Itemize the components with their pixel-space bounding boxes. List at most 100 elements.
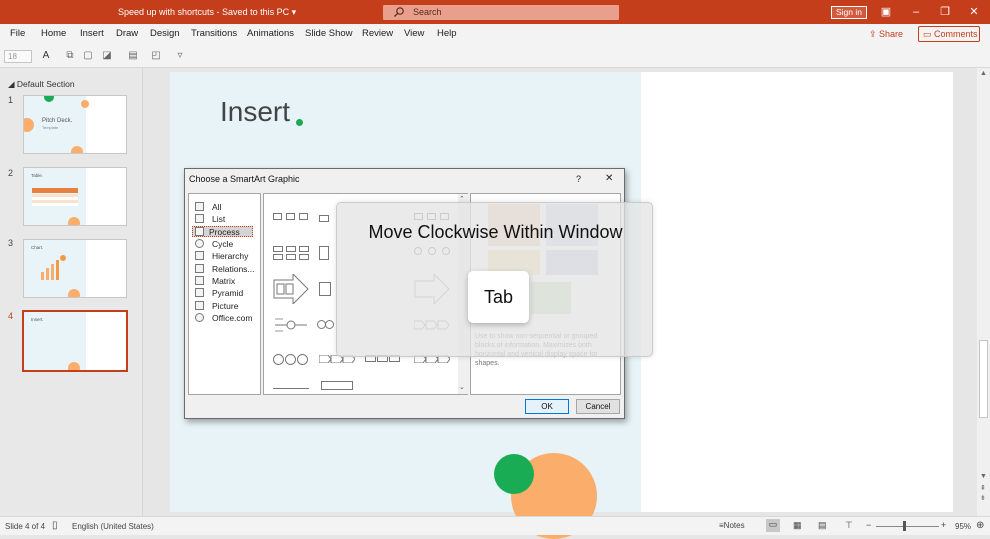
layout-shape <box>286 246 296 252</box>
zoom-slider[interactable] <box>876 526 939 527</box>
layout-alternating-flow[interactable] <box>273 246 309 260</box>
tab-view[interactable]: View <box>404 28 424 39</box>
fit-to-window-icon[interactable]: ⊕ <box>976 520 984 531</box>
ok-button[interactable]: OK <box>525 399 569 414</box>
slide-thumbnail-2[interactable]: Table. <box>23 167 127 226</box>
scroll-down-icon[interactable]: ⌄ <box>459 383 465 391</box>
comments-button[interactable]: ▭ Comments <box>918 26 980 42</box>
process-shape <box>275 318 307 332</box>
sign-in-button[interactable]: Sign in <box>831 6 867 19</box>
minimize-icon[interactable]: – <box>909 5 923 19</box>
layout-process-arrows[interactable] <box>273 272 309 306</box>
tab-help[interactable]: Help <box>437 28 457 39</box>
category-label: Office.com <box>212 313 253 323</box>
dialog-close-button[interactable]: ✕ <box>605 173 613 184</box>
layout-basic-process[interactable] <box>273 213 309 220</box>
timeline-line <box>273 388 309 389</box>
thumb-dot <box>71 146 83 153</box>
spelling-icon[interactable]: ▯ <box>52 520 58 531</box>
category-process[interactable]: Process <box>192 226 253 237</box>
tab-insert[interactable]: Insert <box>80 28 104 39</box>
category-hierarchy[interactable]: Hierarchy <box>195 251 255 262</box>
matrix-icon <box>195 276 204 285</box>
cycle-icon <box>195 239 204 248</box>
category-cycle[interactable]: Cycle <box>195 239 255 250</box>
ribbon-display-options-icon[interactable]: ▣ <box>879 5 893 19</box>
tab-transitions[interactable]: Transitions <box>191 28 237 39</box>
customize-quick-access-icon[interactable]: ▿ <box>174 50 186 62</box>
zoom-in-icon[interactable]: + <box>941 520 946 530</box>
tab-file[interactable]: File <box>10 28 25 39</box>
category-picture[interactable]: Picture <box>195 301 255 312</box>
section-header[interactable]: ◢ Default Section <box>8 79 75 90</box>
previous-slide-icon[interactable]: ⇞ <box>980 484 986 492</box>
shapes-icon[interactable]: ◰ <box>150 50 162 62</box>
restore-icon[interactable]: ❐ <box>938 5 952 19</box>
tab-draw[interactable]: Draw <box>116 28 138 39</box>
slide-thumbnail-4[interactable]: Insert. <box>22 310 128 372</box>
font-color-icon[interactable]: A <box>40 50 52 62</box>
scroll-thumb[interactable] <box>979 340 988 418</box>
category-list: All List Process Cycle Hierarchy Relatio… <box>188 193 261 395</box>
tab-design[interactable]: Design <box>150 28 180 39</box>
layout-timeline[interactable] <box>273 386 309 392</box>
category-office-com[interactable]: Office.com <box>195 313 255 324</box>
category-list-item[interactable]: List <box>195 214 255 225</box>
document-title[interactable]: Speed up with shortcuts - Saved to this … <box>118 7 296 18</box>
category-matrix[interactable]: Matrix <box>195 276 255 287</box>
notes-label: Notes <box>723 521 745 530</box>
category-relationship[interactable]: Relations... <box>195 264 255 275</box>
layout-shape <box>299 254 309 260</box>
zoom-level[interactable]: 95% <box>955 522 971 531</box>
shape-fill-icon[interactable]: ▢ <box>82 50 94 62</box>
layout-detailed-process[interactable] <box>273 316 309 334</box>
category-label: Matrix <box>212 276 236 286</box>
list-icon <box>195 214 204 223</box>
scroll-down-icon[interactable]: ▼ <box>980 473 987 480</box>
share-icon: ⇪ <box>869 29 880 39</box>
tab-slide-show[interactable]: Slide Show <box>305 28 353 39</box>
category-pyramid[interactable]: Pyramid <box>195 288 255 299</box>
thumb-dot <box>68 289 80 297</box>
category-label: All <box>212 202 222 212</box>
format-painter-icon[interactable]: ⧉ <box>64 50 76 62</box>
next-slide-icon[interactable]: ⇟ <box>980 494 986 502</box>
slide-number: 2 <box>8 168 14 178</box>
search-box[interactable]: Search <box>383 5 619 20</box>
arrange-icon[interactable]: ▤ <box>127 50 139 62</box>
help-button[interactable]: ? <box>576 174 581 184</box>
slide-thumbnail-3[interactable]: Chart. <box>23 239 127 298</box>
notes-button[interactable]: ≡Notes <box>719 521 745 530</box>
thumb-dot <box>68 362 80 370</box>
category-label: Relations... <box>212 264 255 274</box>
normal-view-icon[interactable]: ▭ <box>766 519 780 532</box>
vertical-scrollbar[interactable]: ▲ ▼ ⇞ ⇟ <box>977 68 990 516</box>
slide-title[interactable]: Insert <box>220 96 290 128</box>
category-all[interactable]: All <box>195 202 255 213</box>
thumb-bar <box>46 268 49 280</box>
zoom-out-icon[interactable]: − <box>866 520 871 530</box>
language-indicator[interactable]: English (United States) <box>72 522 154 531</box>
layout-shape <box>273 213 282 220</box>
cancel-button[interactable]: Cancel <box>576 399 620 414</box>
tab-animations[interactable]: Animations <box>247 28 294 39</box>
layout-circle-process[interactable] <box>273 354 309 365</box>
category-label: Cycle <box>212 239 234 249</box>
slide-thumbnail-1[interactable]: Pitch Deck. Template <box>23 95 127 154</box>
tab-home[interactable]: Home <box>41 28 66 39</box>
slideshow-icon[interactable]: ⊤ <box>845 520 853 531</box>
layout-continuous-block[interactable] <box>319 246 335 260</box>
zoom-slider-thumb[interactable] <box>903 521 906 531</box>
scroll-up-icon[interactable]: ▲ <box>980 70 987 77</box>
thumb-dot <box>81 100 89 108</box>
tab-review[interactable]: Review <box>362 28 393 39</box>
layout-interconnected-rings[interactable] <box>317 320 337 330</box>
share-button[interactable]: ⇪ Share <box>869 27 911 41</box>
font-size-box[interactable]: 18 <box>4 50 32 63</box>
slide-sorter-icon[interactable]: ▦ <box>793 520 802 531</box>
layout-bracket-list[interactable] <box>319 381 355 392</box>
layout-shape <box>286 213 295 220</box>
reading-view-icon[interactable]: ▤ <box>818 520 827 531</box>
close-icon[interactable]: ✕ <box>967 5 981 19</box>
highlight-icon[interactable]: ◪ <box>101 50 113 62</box>
